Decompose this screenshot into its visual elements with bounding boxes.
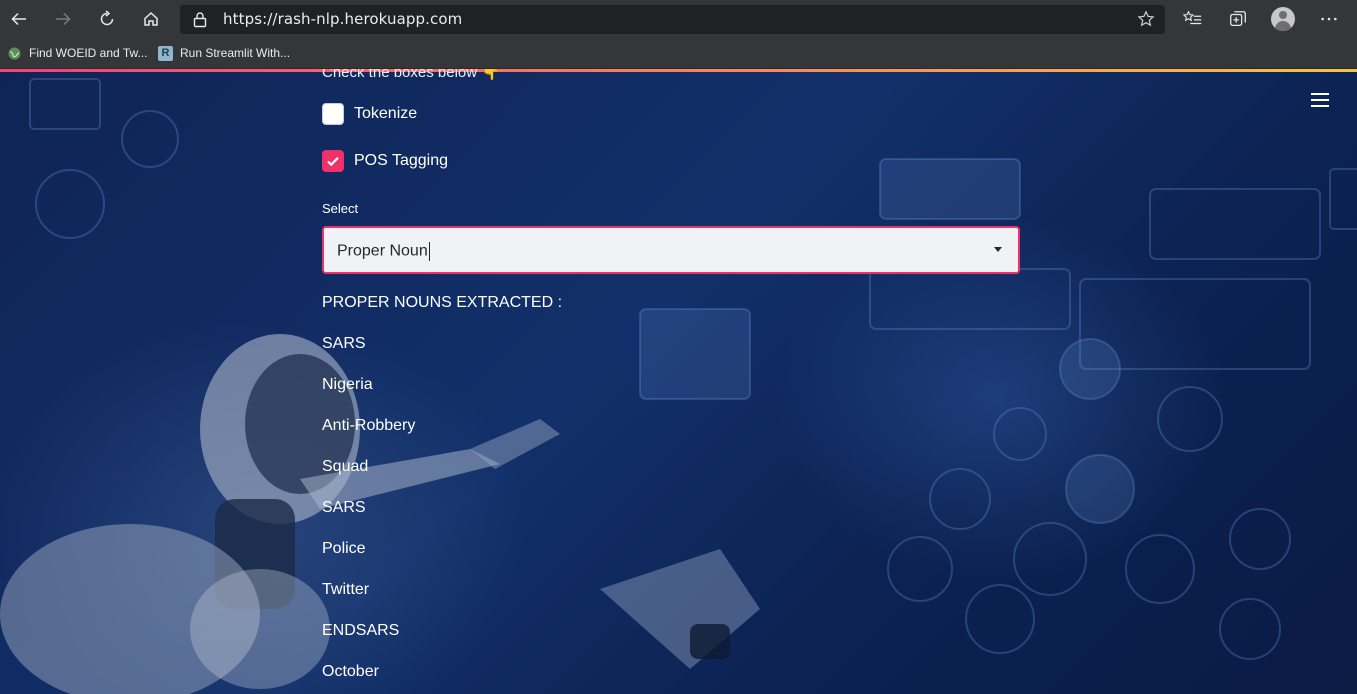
hamburger-menu-icon[interactable] — [1311, 93, 1329, 107]
proper-noun-item: SARS — [322, 499, 366, 516]
pos-select-dropdown[interactable]: Proper Noun — [322, 226, 1020, 274]
bookmark-globe-icon — [8, 47, 21, 59]
more-menu-icon[interactable] — [1318, 8, 1340, 30]
avatar-body — [1275, 21, 1291, 31]
proper-noun-item: Police — [322, 540, 366, 557]
proper-noun-item: Twitter — [322, 581, 370, 598]
background-illustration — [0, 78, 1357, 694]
bookmark-woeid[interactable]: Find WOEID and Tw... — [7, 43, 148, 63]
pos-tagging-label[interactable]: POS Tagging — [354, 152, 448, 170]
favorites-list-icon[interactable] — [1182, 8, 1204, 30]
proper-noun-item: Anti-Robbery — [322, 417, 416, 434]
pos-tagging-checkbox-row[interactable]: POS Tagging — [322, 150, 448, 172]
refresh-button[interactable] — [94, 6, 120, 32]
pos-tagging-checkbox[interactable] — [322, 150, 344, 172]
avatar-head — [1279, 11, 1287, 19]
refresh-icon — [100, 10, 114, 26]
forward-arrow-icon — [56, 12, 71, 26]
result-heading: PROPER NOUNS EXTRACTED : — [322, 294, 563, 311]
proper-noun-item: SARS — [322, 335, 366, 352]
lock-icon — [193, 12, 207, 28]
back-arrow-icon — [11, 12, 26, 26]
checkmark-icon — [327, 157, 339, 167]
bookmarks-bar: Find WOEID and Tw... R Run Streamlit Wit… — [0, 38, 1357, 69]
collections-icon[interactable] — [1227, 8, 1249, 30]
dropdown-arrow-icon[interactable] — [994, 247, 1002, 252]
app-page: Check the boxes below 👇 Tokenize POS Tag… — [0, 69, 1357, 694]
select-value: Proper Noun — [337, 242, 430, 261]
profile-avatar[interactable] — [1271, 7, 1295, 31]
proper-noun-item: ENDSARS — [322, 622, 400, 639]
address-bar[interactable]: https://rash-nlp.herokuapp.com — [180, 5, 1165, 34]
tokenize-checkbox-row[interactable]: Tokenize — [322, 103, 417, 125]
select-label: Select — [322, 201, 359, 216]
bookmark-r-icon: R — [158, 45, 173, 61]
proper-noun-item: October — [322, 663, 379, 680]
favorite-star-icon[interactable] — [1137, 10, 1155, 28]
forward-button[interactable] — [50, 6, 76, 32]
header-accent-bar — [0, 69, 1357, 72]
url-text: https://rash-nlp.herokuapp.com — [223, 10, 463, 28]
proper-noun-item: Nigeria — [322, 376, 373, 393]
bookmark-streamlit[interactable]: R Run Streamlit With... — [158, 43, 290, 63]
tokenize-label[interactable]: Tokenize — [354, 105, 417, 123]
browser-toolbar: https://rash-nlp.herokuapp.com — [0, 0, 1357, 38]
back-button[interactable] — [6, 6, 32, 32]
home-button[interactable] — [138, 6, 164, 32]
text-cursor — [428, 242, 430, 261]
proper-noun-item: Squad — [322, 458, 369, 475]
instruction-text: Check the boxes below 👇 — [322, 69, 500, 81]
tokenize-checkbox[interactable] — [322, 103, 344, 125]
bookmark-label: Run Streamlit With... — [180, 46, 291, 60]
bookmark-label: Find WOEID and Tw... — [29, 46, 148, 60]
home-icon — [144, 11, 158, 26]
